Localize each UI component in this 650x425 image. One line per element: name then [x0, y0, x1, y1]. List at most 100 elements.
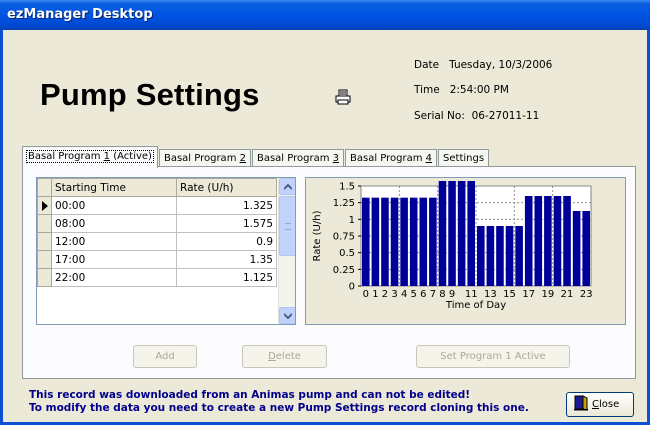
window-title: ezManager Desktop — [7, 7, 153, 22]
chart-bar — [505, 226, 514, 286]
chart-bar — [467, 181, 475, 286]
row-indicator — [37, 196, 52, 215]
column-header-rate[interactable]: Rate (U/h) — [176, 178, 277, 197]
time-value: 2:54:00 PM — [449, 84, 509, 96]
row-indicator — [37, 250, 52, 269]
add-button[interactable]: Add — [133, 345, 197, 368]
x-tick-label: 7 — [430, 289, 436, 300]
serial-label: Serial No: — [414, 110, 465, 122]
x-tick-label: 5 — [411, 289, 417, 300]
cell-rate[interactable]: 1.325 — [176, 196, 277, 215]
cell-rate[interactable]: 1.575 — [176, 214, 277, 233]
row-indicator — [37, 214, 52, 233]
notice-line-1: This record was downloaded from an Anima… — [29, 389, 471, 401]
close-button[interactable]: Close — [566, 392, 634, 417]
chart-bar — [438, 181, 447, 286]
chart-bar — [582, 211, 590, 286]
date-value: Tuesday, 10/3/2006 — [449, 59, 553, 71]
cell-starting-time[interactable]: 17:00 — [51, 250, 177, 269]
scroll-thumb[interactable] — [279, 196, 295, 256]
chevron-up-icon — [284, 184, 292, 190]
x-tick-label: 2 — [382, 289, 388, 300]
table-row[interactable]: 22:00 1.125 — [37, 268, 277, 287]
chart-bar — [486, 226, 495, 286]
cell-starting-time[interactable]: 22:00 — [51, 268, 177, 287]
grid-vertical-scrollbar[interactable] — [278, 178, 295, 324]
tab-strip: Basal Program 1 (Active) Basal Program 2… — [22, 146, 490, 168]
chart-bar — [429, 197, 437, 286]
tab-basal-program-1[interactable]: Basal Program 1 (Active) — [22, 146, 158, 168]
chart-bar — [524, 196, 533, 286]
row-indicator — [37, 268, 52, 287]
current-row-pointer-icon — [41, 200, 48, 211]
cell-starting-time[interactable]: 00:00 — [51, 196, 177, 215]
x-tick-label: 3 — [391, 289, 397, 300]
x-tick-label: 8 — [439, 289, 445, 300]
y-tick-label: 0.5 — [339, 248, 355, 259]
time-info: Time 2:54:00 PM — [414, 84, 509, 96]
table-row[interactable]: 00:00 1.325 — [37, 196, 277, 215]
table-row[interactable]: 12:00 0.9 — [37, 232, 277, 251]
x-tick-label: 15 — [503, 289, 516, 300]
chart-bar — [400, 197, 408, 286]
x-axis-label: Time of Day — [445, 300, 506, 311]
y-tick-label: 0 — [349, 282, 355, 293]
y-tick-label: 1 — [349, 215, 355, 226]
print-button[interactable] — [333, 87, 353, 107]
x-tick-label: 4 — [401, 289, 407, 300]
chart-bar — [496, 226, 504, 286]
window-titlebar[interactable]: ezManager Desktop — [0, 0, 650, 30]
notice-line-2: To modify the data you need to create a … — [29, 402, 529, 414]
read-only-notice: This record was downloaded from an Anima… — [29, 389, 529, 415]
chart-bar — [563, 196, 571, 286]
chevron-down-icon — [284, 313, 292, 319]
x-tick-label: 21 — [561, 289, 574, 300]
y-axis-label: Rate (U/h) — [312, 210, 323, 261]
chart-bar — [515, 226, 523, 286]
x-tick-label: 13 — [484, 289, 497, 300]
x-tick-label: 11 — [465, 289, 478, 300]
y-tick-label: 1.5 — [339, 182, 355, 193]
y-tick-label: 0.25 — [333, 265, 355, 276]
table-header-row: Starting Time Rate (U/h) — [37, 178, 277, 197]
chart-bar — [544, 196, 552, 286]
chart-bar — [553, 196, 562, 286]
tab-label: Basal Program 1 (Active) — [26, 150, 154, 163]
row-indicator-header — [37, 178, 52, 197]
scroll-up-button[interactable] — [279, 178, 295, 195]
chart-bar — [448, 181, 456, 286]
y-tick-label: 0.75 — [333, 232, 355, 243]
chart-bar — [409, 197, 418, 286]
printer-icon — [335, 89, 351, 105]
chart-bar — [390, 197, 399, 286]
table-row[interactable]: 17:00 1.35 — [37, 250, 277, 269]
cell-rate[interactable]: 1.35 — [176, 250, 277, 269]
cell-starting-time[interactable]: 12:00 — [51, 232, 177, 251]
table-row[interactable]: 08:00 1.575 — [37, 214, 277, 233]
date-label: Date — [414, 59, 440, 71]
x-tick-label: 1 — [372, 289, 378, 300]
chart-bar — [419, 197, 428, 286]
x-tick-label: 17 — [522, 289, 535, 300]
basal-rate-chart-svg: 00.250.50.7511.251.50 1 2 3 4 5 6 7 8 9 11 13 15 17 19… — [312, 181, 593, 311]
set-program-active-button[interactable]: Set Program 1 Active — [416, 345, 570, 368]
y-tick-label: 1.25 — [333, 198, 355, 209]
scroll-down-button[interactable] — [279, 307, 295, 324]
delete-button[interactable]: Delete — [242, 345, 327, 368]
cell-rate[interactable]: 0.9 — [176, 232, 277, 251]
x-tick-label: 6 — [420, 289, 426, 300]
row-indicator — [37, 232, 52, 251]
time-label: Time — [414, 84, 440, 96]
basal-rate-table: Starting Time Rate (U/h) 00:00 1.325 08:… — [37, 178, 277, 287]
x-tick-label: 19 — [542, 289, 555, 300]
exit-door-icon — [574, 395, 588, 411]
chart-bar — [534, 196, 543, 286]
serial-value: 06-27011-11 — [471, 110, 540, 122]
chart-bar — [381, 197, 389, 286]
chart-bar — [572, 211, 581, 286]
column-header-starting-time[interactable]: Starting Time — [51, 178, 177, 197]
basal-rate-grid[interactable]: Starting Time Rate (U/h) 00:00 1.325 08:… — [36, 177, 296, 325]
cell-starting-time[interactable]: 08:00 — [51, 214, 177, 233]
serial-info: Serial No: 06-27011-11 — [414, 110, 539, 122]
cell-rate[interactable]: 1.125 — [176, 268, 277, 287]
